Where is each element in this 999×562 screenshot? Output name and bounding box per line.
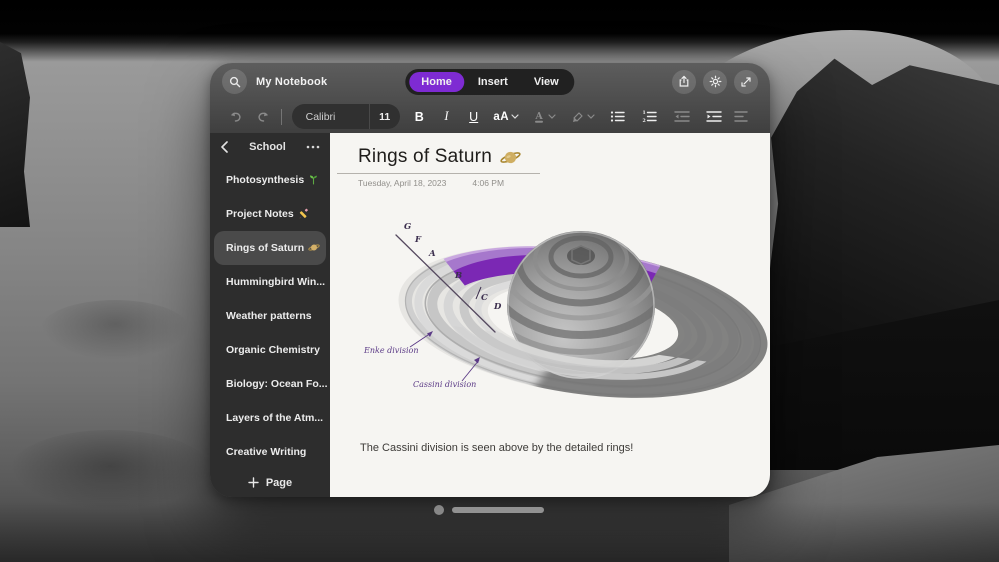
sidebar-item-biology-ocean[interactable]: Biology: Ocean Fo... [214, 367, 326, 401]
enke-division-label: Enke division [363, 346, 419, 355]
sidebar-item-rings-of-saturn[interactable]: Rings of Saturn [214, 231, 326, 265]
bullet-list-icon [610, 110, 626, 123]
align-icon [734, 110, 748, 123]
saturn-diagram: G F A B C D Enke division [358, 198, 768, 433]
text-style-button[interactable]: aA [493, 111, 519, 123]
tab-home[interactable]: Home [409, 72, 464, 92]
cassini-division-label: Cassini division [413, 380, 476, 389]
align-button[interactable] [734, 110, 748, 123]
expand-icon [740, 76, 752, 88]
font-size-select[interactable]: 11 [369, 104, 400, 129]
sidebar-item-project-notes[interactable]: Project Notes [214, 197, 326, 231]
text-style-icon: aA [493, 111, 509, 123]
svg-text:A: A [534, 111, 543, 122]
svg-text:2: 2 [643, 118, 646, 123]
highlighter-icon [570, 110, 585, 124]
sidebar-item-creative-writing[interactable]: Creative Writing [214, 435, 326, 469]
sidebar-item-organic-chemistry[interactable]: Organic Chemistry [214, 333, 326, 367]
page-list: Photosynthesis Project Notes Rings of Sa… [210, 157, 330, 469]
numbered-list-icon: 12 [642, 110, 658, 123]
indent-icon [706, 110, 722, 123]
moon-crater [40, 300, 190, 360]
undo-button[interactable] [228, 110, 243, 124]
tab-view[interactable]: View [522, 72, 571, 92]
chevron-down-icon [511, 114, 519, 119]
window-actions [672, 70, 758, 94]
sidebar-item-weather-patterns[interactable]: Weather patterns [214, 299, 326, 333]
highlighter-button[interactable] [570, 110, 595, 124]
ring-label-c: C [481, 293, 488, 303]
add-page-button[interactable]: Page [210, 469, 330, 498]
onenote-window: My Notebook Home Insert View [210, 63, 770, 497]
svg-text:1: 1 [643, 110, 646, 116]
moon-rock-left [0, 42, 30, 227]
page-time: 4:06 PM [472, 178, 504, 188]
page-title[interactable]: Rings of Saturn [358, 146, 492, 168]
note-canvas[interactable]: Rings of Saturn Tuesday, April 18, 2023 … [330, 133, 770, 497]
outdent-icon [674, 110, 690, 123]
font-color-button[interactable]: A [532, 110, 556, 124]
toolbar-divider [281, 109, 282, 125]
sidebar-header: School [210, 137, 330, 157]
saturn-figure[interactable]: G F A B C D Enke division [358, 198, 770, 438]
note-caption[interactable]: The Cassini division is seen above by th… [360, 442, 770, 454]
tab-insert[interactable]: Insert [466, 72, 520, 92]
more-options-icon[interactable] [306, 145, 320, 149]
expand-button[interactable] [734, 70, 758, 94]
settings-button[interactable] [703, 70, 727, 94]
redo-icon [256, 110, 271, 124]
saturn-icon [500, 148, 521, 167]
chevron-down-icon [548, 114, 556, 119]
notebook-title[interactable]: My Notebook [256, 76, 327, 88]
chevron-left-icon[interactable] [220, 141, 229, 153]
section-title: School [229, 141, 306, 153]
moon-crater [10, 430, 210, 510]
window-close-button[interactable] [434, 505, 444, 515]
page-date: Tuesday, April 18, 2023 [358, 178, 446, 188]
settings-icon [709, 75, 722, 88]
underline-button[interactable]: U [460, 110, 487, 124]
saturn-icon [308, 242, 320, 253]
search-icon [229, 76, 241, 88]
seedling-icon [308, 174, 319, 185]
font-picker: Calibri 11 [292, 104, 400, 129]
plus-icon [248, 477, 259, 488]
ring-label-a: A [428, 249, 436, 259]
title-bar: My Notebook Home Insert View [210, 63, 770, 100]
redo-button[interactable] [256, 110, 271, 124]
chevron-down-icon [587, 114, 595, 119]
format-toolbar: Calibri 11 B I U aA A [210, 100, 770, 133]
pencil-icon [298, 208, 309, 219]
share-icon [678, 75, 690, 88]
indent-button[interactable] [706, 110, 722, 123]
font-name-select[interactable]: Calibri [292, 111, 369, 123]
ribbon-tabs: Home Insert View [405, 69, 574, 95]
italic-button[interactable]: I [433, 109, 460, 124]
share-button[interactable] [672, 70, 696, 94]
ring-label-f: F [414, 235, 422, 245]
numbered-list-button[interactable]: 12 [642, 110, 658, 123]
ring-label-g: G [404, 222, 411, 232]
outdent-button[interactable] [674, 110, 690, 123]
undo-icon [228, 110, 243, 124]
ring-label-b: B [454, 271, 462, 281]
sidebar-item-hummingbird[interactable]: Hummingbird Win... [214, 265, 326, 299]
ring-label-d: D [493, 302, 502, 312]
window-drag-bar[interactable] [452, 507, 544, 513]
bullet-list-button[interactable] [610, 110, 626, 123]
sidebar-item-layers-atmosphere[interactable]: Layers of the Atm... [214, 401, 326, 435]
font-color-icon: A [532, 110, 546, 124]
sidebar-item-photosynthesis[interactable]: Photosynthesis [214, 163, 326, 197]
title-underline [337, 173, 540, 174]
bold-button[interactable]: B [406, 110, 433, 124]
toolbar: My Notebook Home Insert View [210, 63, 770, 133]
page-sidebar: School Photosynthesis Project Notes [210, 133, 330, 497]
search-button[interactable] [222, 69, 247, 94]
